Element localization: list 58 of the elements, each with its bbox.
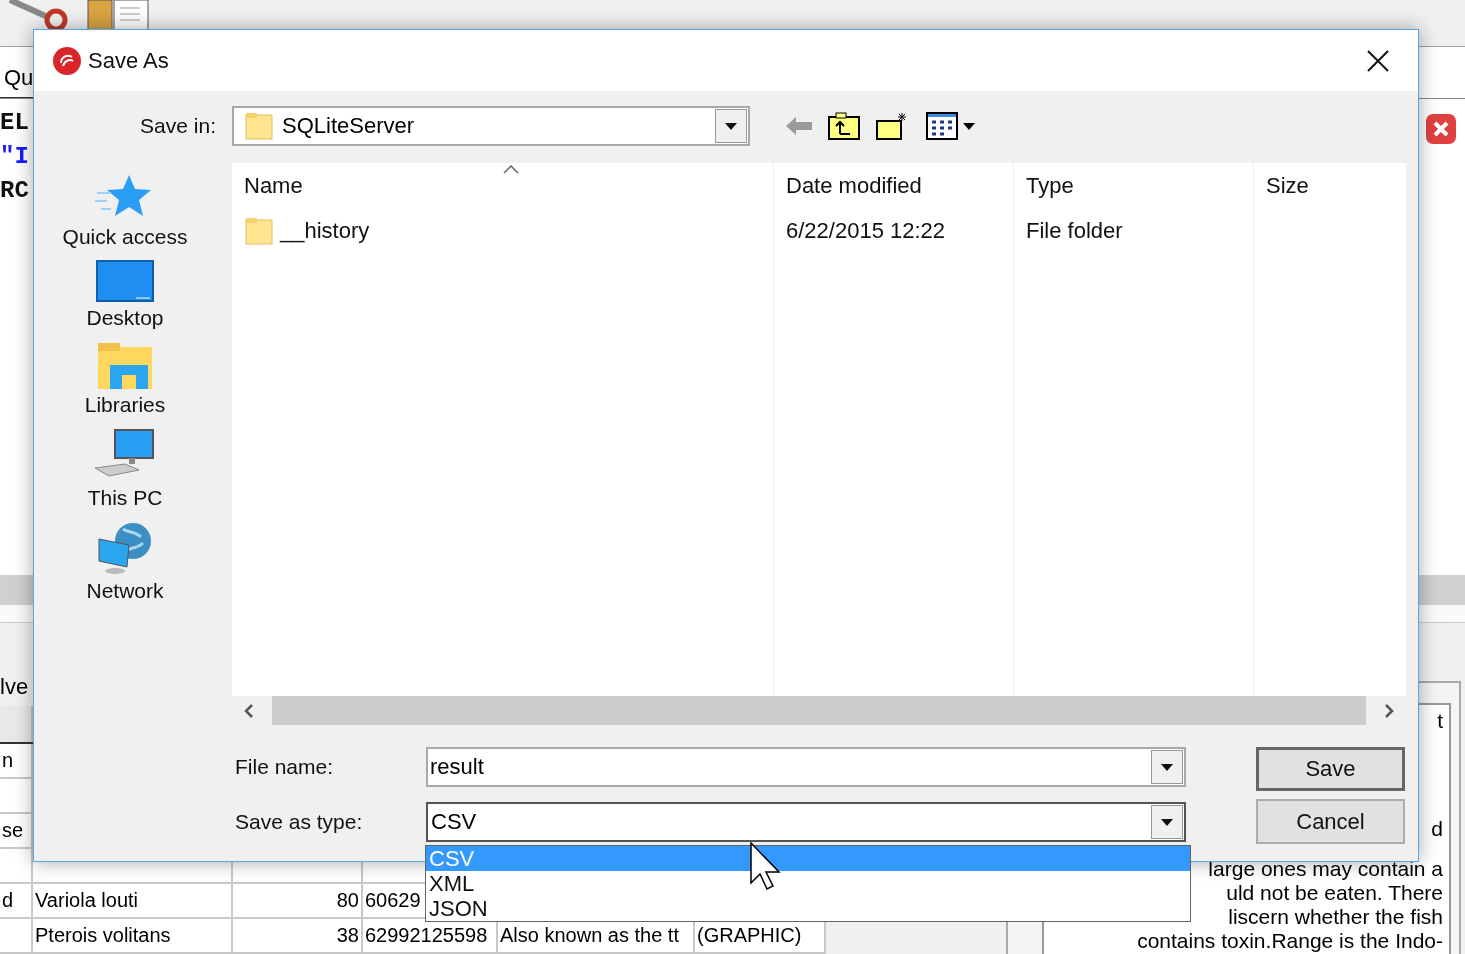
folder-icon bbox=[244, 111, 274, 141]
table-cell-text: 60629 bbox=[365, 889, 421, 912]
code-line: EL bbox=[0, 111, 29, 136]
table-cell-text: 80 bbox=[336, 889, 359, 912]
desktop-icon bbox=[96, 260, 154, 304]
save-as-type-label: Save as type: bbox=[235, 810, 364, 834]
dropdown-caret-icon bbox=[1160, 817, 1174, 827]
dropdown-button[interactable] bbox=[1151, 805, 1183, 839]
note-text: t bbox=[1437, 709, 1443, 733]
column-header[interactable]: Size bbox=[1254, 163, 1406, 209]
place-item[interactable]: Libraries bbox=[41, 341, 209, 417]
dropdown-button[interactable] bbox=[715, 109, 747, 143]
table-cell-text: n bbox=[2, 749, 14, 772]
column-header[interactable]: Type bbox=[1014, 163, 1253, 209]
table-cell-text: Variola louti bbox=[35, 889, 139, 912]
place-item[interactable]: Network bbox=[41, 521, 209, 603]
table-cell-text: Also known as the tt bbox=[500, 924, 679, 947]
save-button[interactable]: Save bbox=[1256, 747, 1405, 791]
table-cell-text: Pterois volitans bbox=[35, 924, 171, 947]
place-item[interactable]: Quick access bbox=[41, 173, 209, 249]
file-name-box[interactable]: result bbox=[426, 747, 1186, 787]
code-line: RC bbox=[0, 179, 29, 204]
table-cell-text: se bbox=[2, 819, 24, 842]
column-header[interactable]: Date modified bbox=[774, 163, 1013, 209]
window-title: Save As bbox=[88, 47, 170, 74]
note-text: contains toxin.Range is the Indo- bbox=[1137, 929, 1443, 953]
close-icon[interactable] bbox=[1367, 49, 1389, 72]
save-in-dropdown[interactable]: SQLiteServer bbox=[232, 106, 750, 146]
note-text: d bbox=[1431, 817, 1443, 841]
save-in-label: Save in: bbox=[139, 114, 217, 138]
view-menu-button[interactable] bbox=[926, 112, 978, 140]
table-cell-text: d bbox=[2, 889, 14, 912]
table-cell-text: (GRAPHIC) bbox=[697, 924, 802, 947]
file-name-field[interactable]: result bbox=[430, 754, 1143, 780]
code-line: "I bbox=[0, 145, 29, 170]
file-detail: 6/22/2015 12:22 bbox=[785, 217, 947, 245]
dropdown-caret-icon bbox=[1160, 762, 1174, 772]
dropdown-caret-icon bbox=[724, 121, 738, 131]
file-detail: File folder bbox=[1025, 217, 1124, 245]
library-icon bbox=[96, 341, 154, 391]
file-type-dropdown[interactable]: CSV bbox=[426, 802, 1186, 842]
panel-label: lve bbox=[0, 674, 29, 700]
column-header[interactable]: Name bbox=[232, 163, 773, 209]
table-cell-text: 38 bbox=[336, 924, 359, 947]
place-item[interactable]: This PC bbox=[41, 428, 209, 510]
note-text: liscern whether the fish bbox=[1228, 905, 1443, 929]
up-folder-button[interactable] bbox=[828, 112, 860, 140]
cancel-button[interactable]: Cancel bbox=[1256, 799, 1405, 844]
note-text: large ones may contain a bbox=[1208, 857, 1443, 881]
file-name[interactable]: __history bbox=[232, 209, 773, 253]
dropdown-button[interactable] bbox=[1151, 750, 1183, 784]
app-icon bbox=[52, 45, 82, 76]
folder-icon bbox=[244, 216, 274, 246]
note-text: uld not be eaten. There bbox=[1226, 881, 1443, 905]
place-item[interactable]: Desktop bbox=[41, 260, 209, 330]
sort-caret-icon bbox=[502, 165, 519, 174]
table-cell-text: 62992125598 bbox=[365, 924, 488, 947]
file-name-label: File name: bbox=[235, 755, 335, 779]
